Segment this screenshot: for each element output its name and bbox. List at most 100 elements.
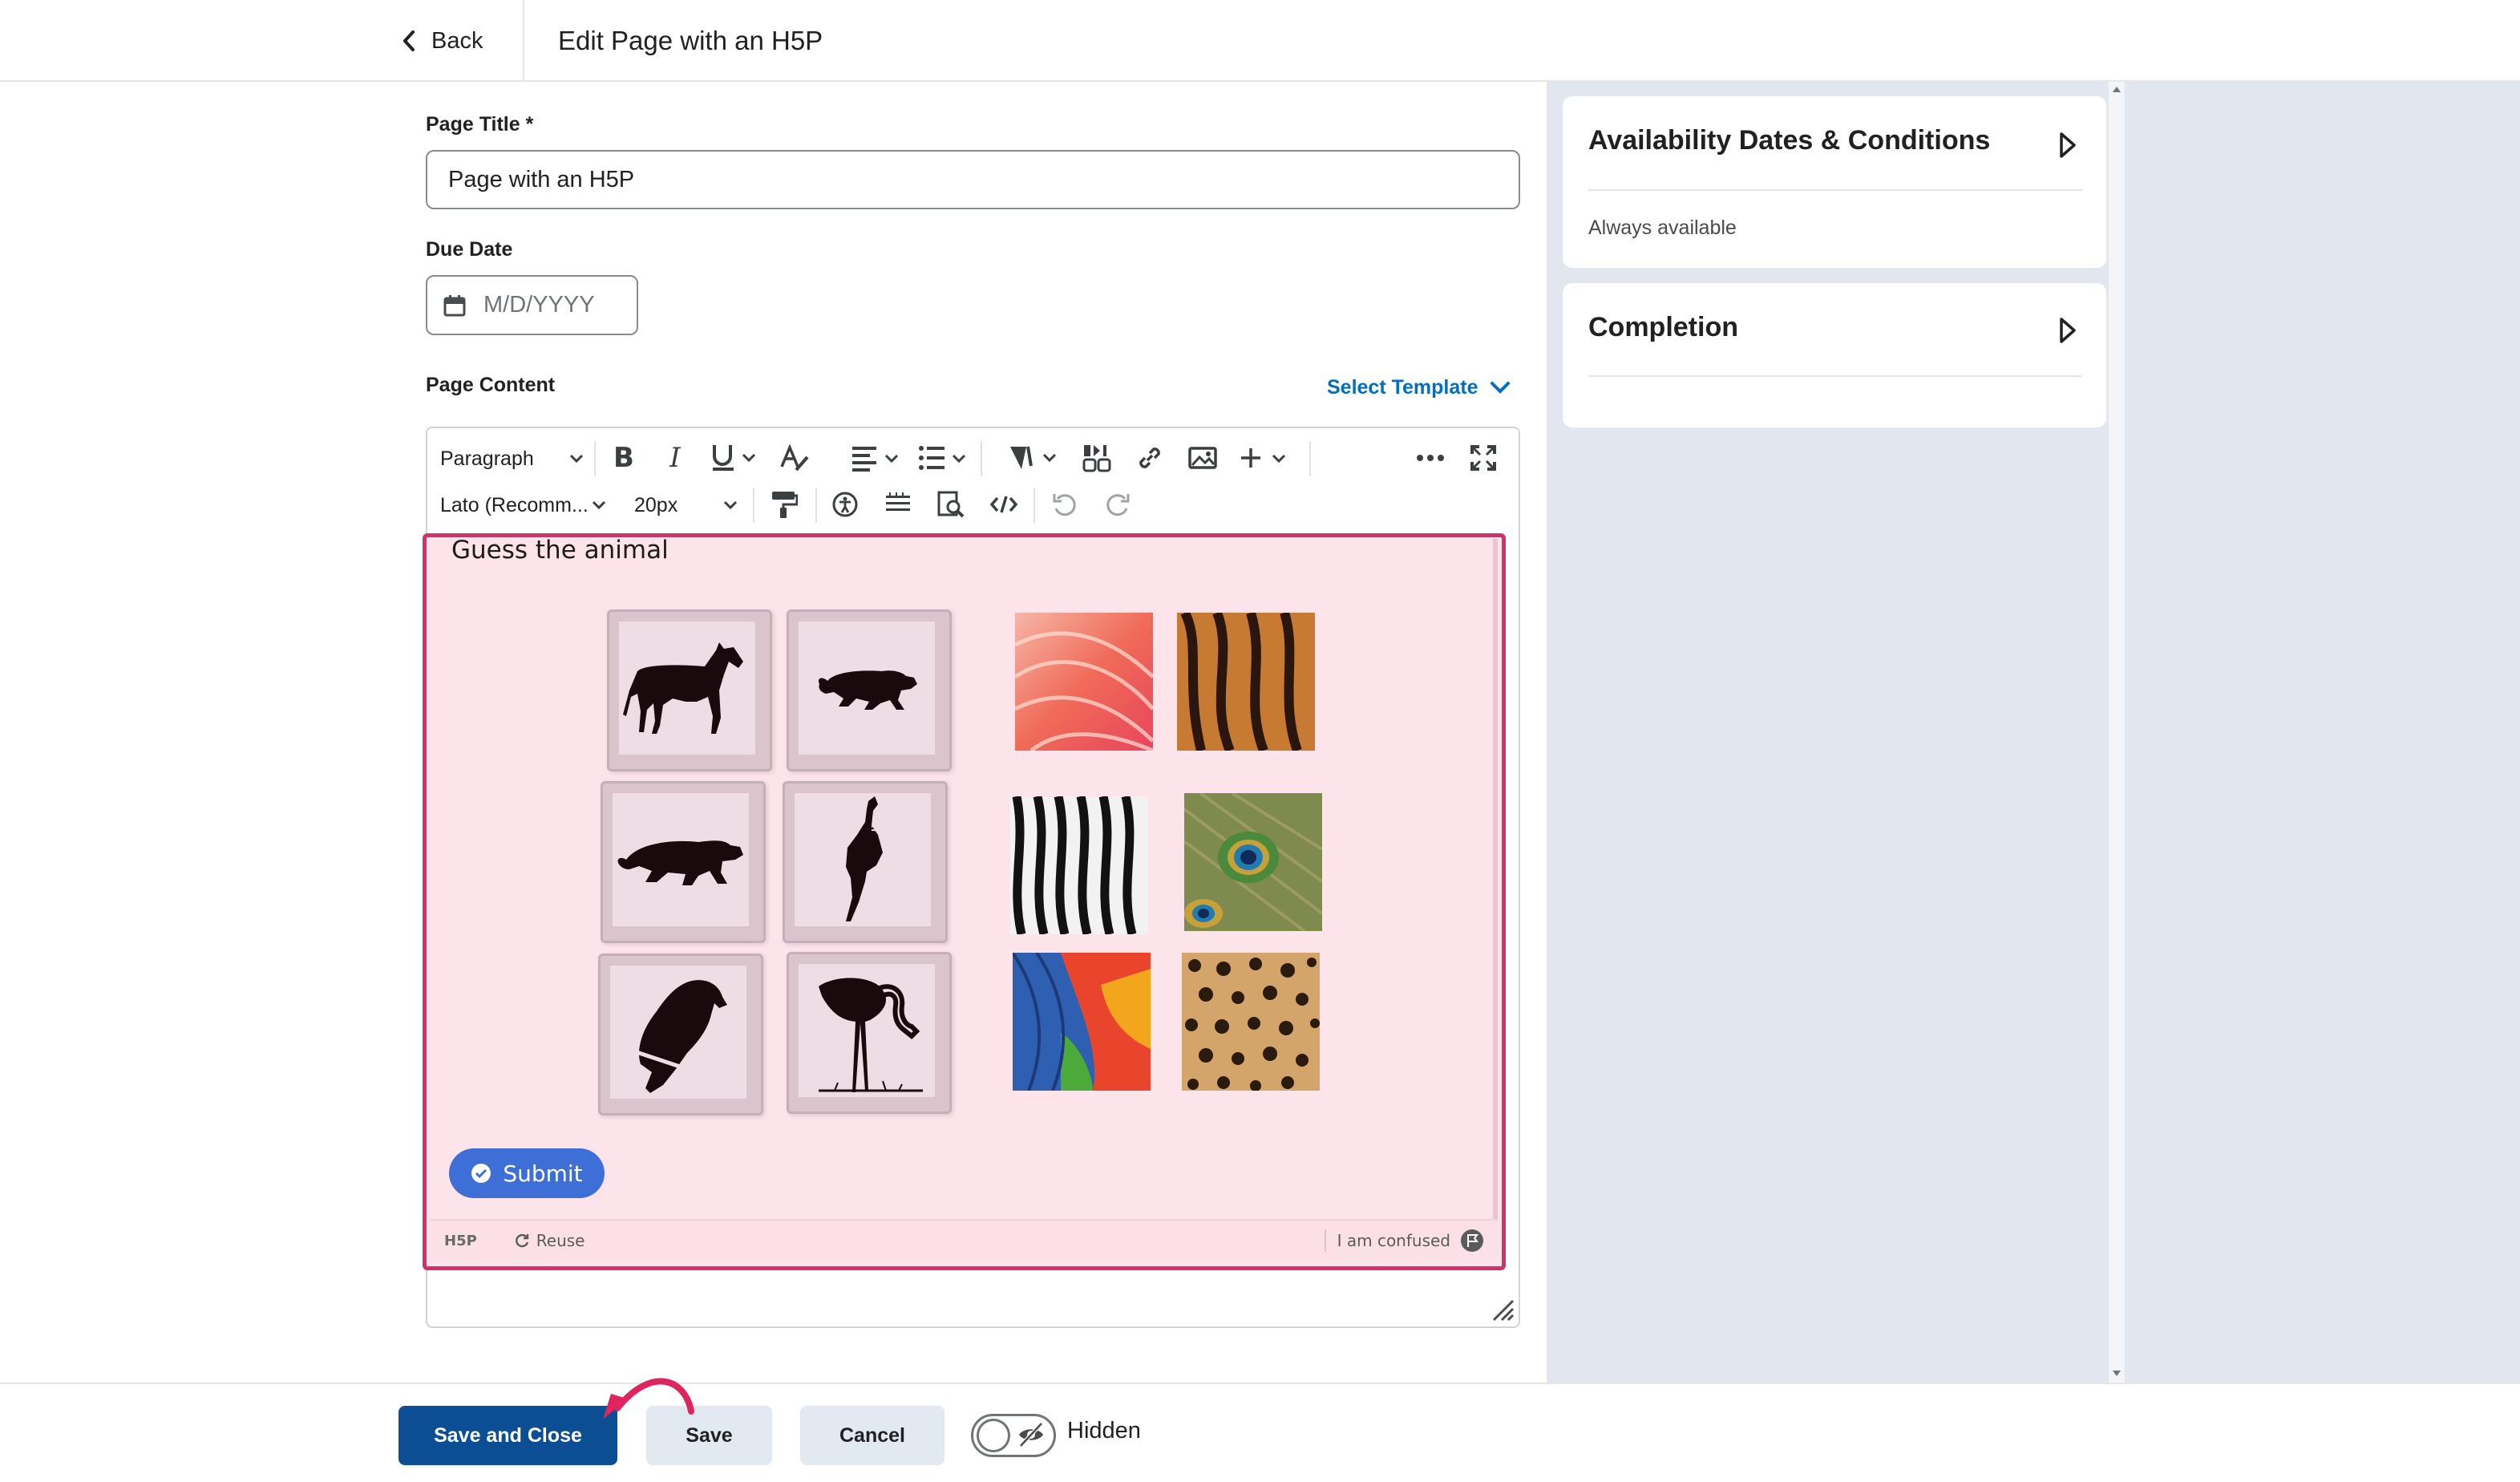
due-date-input[interactable]: M/D/YYYY [426,275,638,335]
block-format-select[interactable]: Paragraph [440,439,584,478]
draggable-silhouette-peacock[interactable] [783,781,948,943]
h5p-scrollbar[interactable] [1493,539,1498,1229]
list-button[interactable] [915,438,971,478]
draggable-silhouette-parrot[interactable] [598,954,763,1116]
card-face [619,622,755,755]
due-date-placeholder: M/D/YYYY [483,292,595,318]
card-face [795,793,931,926]
confused-label: I am confused [1337,1231,1450,1250]
availability-card[interactable]: Availability Dates & Conditions Always a… [1563,96,2106,268]
page-title-input[interactable]: Page with an H5P [426,150,1520,209]
due-date-label: Due Date [426,238,513,261]
more-actions-button[interactable] [1410,438,1450,478]
texture-tile-leopard-spots[interactable] [1182,953,1320,1091]
cancel-button[interactable]: Cancel [800,1406,944,1465]
fullscreen-button[interactable] [1463,438,1503,478]
insert-more-button[interactable] [1236,438,1296,478]
font-family-value: Lato (Recomm... [440,493,589,516]
calendar-icon [443,294,466,316]
card-face [799,964,935,1097]
eye-slash-icon [1019,1422,1043,1448]
more-horizontal-icon [1417,455,1444,461]
toolbar-separator [1309,441,1311,476]
insert-stuff-button[interactable] [1003,438,1067,478]
h5p-footer: H5P Reuse I am confused [430,1219,1499,1261]
texture-tile-flamingo-feathers[interactable] [1015,613,1153,751]
select-template-button[interactable]: Select Template [1327,372,1511,403]
scroll-down-icon[interactable] [2112,1370,2122,1378]
texture-tile-peacock-feathers[interactable] [1184,793,1322,931]
texture-tile-parrot-feathers[interactable] [1013,953,1151,1091]
chevron-down-icon [592,500,606,510]
redo-icon [1106,494,1130,516]
insert-image-button[interactable] [1183,438,1223,478]
paint-roller-icon [772,492,798,518]
chevron-down-icon [723,500,738,510]
underline-icon [713,445,756,471]
source-code-button[interactable] [984,484,1024,524]
font-family-select[interactable]: Lato (Recomm... [440,486,607,524]
footer-divider [1324,1229,1326,1252]
bold-icon: B [613,442,634,474]
texture-tile-tiger-fur[interactable] [1177,613,1315,751]
scroll-up-icon[interactable] [2112,85,2122,93]
bullet-list-icon [919,446,966,470]
toolbar-separator [753,488,754,523]
insert-link-button[interactable] [1130,438,1170,478]
text-color-button[interactable] [774,438,814,478]
toolbar-separator [594,441,596,476]
align-button[interactable] [847,438,904,478]
draggable-silhouette-panther[interactable] [787,609,952,771]
expand-arrow-icon[interactable] [2058,317,2077,344]
underline-button[interactable] [706,438,762,478]
link-icon [1139,447,1160,468]
code-icon [989,496,1018,513]
chevron-down-icon [1490,382,1510,394]
preview-button[interactable] [931,484,971,524]
page-title-label: Page Title * [426,113,534,136]
page-title: Edit Page with an H5P [558,26,823,55]
settings-panel [1547,82,2520,1383]
draggable-silhouette-flamingo[interactable] [787,952,952,1114]
align-left-icon [852,447,899,472]
reuse-button[interactable]: Reuse [514,1231,585,1250]
action-bar [0,1383,2520,1482]
card-divider [1588,375,2082,377]
header-divider [523,0,524,80]
insert-quicklink-button[interactable] [1077,438,1117,478]
back-button[interactable]: Back [401,19,483,63]
toolbar-separator [981,441,982,476]
h5p-submit-button[interactable]: Submit [449,1148,605,1198]
expand-arrow-icon[interactable] [2058,132,2077,159]
h5p-logo: H5P [444,1232,477,1249]
italic-button[interactable]: I [655,438,695,478]
bold-button[interactable]: B [604,438,644,478]
reuse-label: Reuse [536,1231,585,1250]
undo-icon [1053,494,1076,516]
flamingo-icon [819,978,923,1092]
panel-scrollbar[interactable] [2109,82,2125,1383]
plus-icon [1241,448,1286,468]
draggable-silhouette-horse[interactable] [607,609,772,771]
accessibility-icon [832,492,858,517]
toggle-knob[interactable] [977,1419,1010,1452]
draggable-silhouette-tiger[interactable] [601,781,766,943]
redo-button[interactable] [1098,484,1138,524]
submit-label: Submit [503,1160,583,1187]
font-size-select[interactable]: 20px [634,486,738,524]
card-face [613,793,749,926]
completion-card[interactable]: Completion [1563,283,2106,427]
word-count-button[interactable] [878,484,918,524]
undo-button[interactable] [1045,484,1085,524]
page-header [0,0,2520,82]
visibility-label: Hidden [1067,1418,1141,1444]
chevron-down-icon [569,454,584,464]
format-painter-button[interactable] [764,484,804,524]
resize-handle-icon[interactable] [1491,1298,1515,1322]
accessibility-checker-button[interactable] [825,484,865,524]
italic-icon: I [669,442,681,474]
texture-tile-zebra-stripes[interactable] [1010,796,1148,934]
confused-button[interactable]: I am confused [1337,1229,1484,1253]
toolbar-separator [1033,488,1035,523]
annotation-arrow-icon [603,1378,694,1419]
